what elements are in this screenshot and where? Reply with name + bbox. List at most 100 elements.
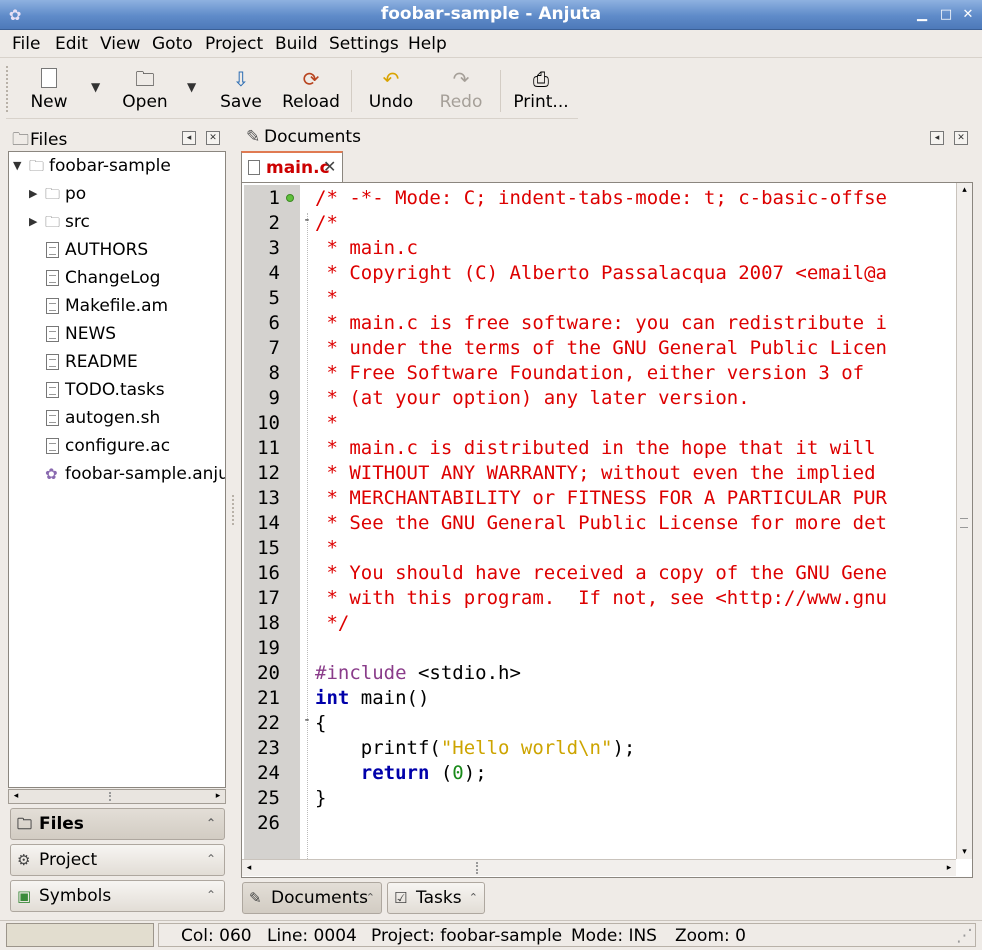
- code-line[interactable]: 24 return (0);: [242, 761, 956, 786]
- code-line[interactable]: 5 *: [242, 286, 956, 311]
- menu-build[interactable]: Build: [275, 34, 318, 54]
- minimize-icon[interactable]: ▁: [912, 5, 932, 25]
- code-token: /*: [315, 212, 338, 234]
- code-line[interactable]: 19: [242, 636, 956, 661]
- code-line[interactable]: 15 *: [242, 536, 956, 561]
- scroll-thumb[interactable]: [960, 518, 968, 528]
- chevron-up-icon: ⌃: [205, 816, 216, 830]
- expander-closed-icon[interactable]: ▶: [29, 215, 41, 228]
- menu-edit[interactable]: Edit: [55, 34, 88, 54]
- reload-button[interactable]: ⟳ Reload: [278, 66, 344, 116]
- code-line[interactable]: 26: [242, 811, 956, 836]
- code-token: );: [463, 762, 487, 784]
- code-line[interactable]: 18 */: [242, 611, 956, 636]
- scroll-left-icon[interactable]: ◂: [242, 861, 256, 875]
- code-line[interactable]: 12 * WITHOUT ANY WARRANTY; without even …: [242, 461, 956, 486]
- redo-button[interactable]: ↷ Redo: [434, 66, 488, 116]
- menu-goto[interactable]: Goto: [152, 34, 193, 54]
- code-line[interactable]: 3 * main.c: [242, 236, 956, 261]
- undo-button[interactable]: ↶ Undo: [364, 66, 418, 116]
- menu-view[interactable]: View: [100, 34, 140, 54]
- files-panel-dock-button[interactable]: ◂: [182, 131, 196, 145]
- code-line[interactable]: 2 -/*: [242, 211, 956, 236]
- documents-panel-header: ✎ Documents: [246, 127, 361, 147]
- menu-project[interactable]: Project: [205, 34, 263, 54]
- symbols-expander-button[interactable]: ▣ Symbols ⌃: [10, 880, 225, 912]
- code-line[interactable]: 23 printf("Hello world\n");: [242, 736, 956, 761]
- code-text: */: [315, 612, 349, 634]
- scroll-right-icon[interactable]: ▸: [942, 861, 956, 875]
- maximize-icon[interactable]: □: [936, 5, 956, 25]
- code-text: *: [315, 412, 337, 434]
- expander-open-icon[interactable]: ▼: [13, 159, 25, 172]
- close-icon[interactable]: ✕: [958, 5, 978, 25]
- scroll-up-icon[interactable]: ▴: [957, 183, 972, 197]
- scroll-down-icon[interactable]: ▾: [957, 845, 972, 859]
- code-line[interactable]: 9 * (at your option) any later version.: [242, 386, 956, 411]
- close-tab-icon[interactable]: ✕: [323, 157, 336, 176]
- menu-bar: File Edit View Goto Project Build Settin…: [0, 30, 982, 58]
- open-button[interactable]: 🗀 Open: [118, 66, 172, 116]
- code-text: }: [315, 787, 326, 809]
- code-line[interactable]: 4 * Copyright (C) Alberto Passalacqua 20…: [242, 261, 956, 286]
- print-button[interactable]: ⎙ Print...: [511, 66, 571, 116]
- code-token: * See the GNU General Public License for…: [315, 512, 887, 534]
- code-line[interactable]: 16 * You should have received a copy of …: [242, 561, 956, 586]
- new-button[interactable]: New: [26, 66, 72, 116]
- resize-grip-icon[interactable]: ⋰: [956, 926, 973, 946]
- code-area[interactable]: 1 /* -*- Mode: C; indent-tabs-mode: t; c-…: [242, 183, 956, 859]
- code-line[interactable]: 1 /* -*- Mode: C; indent-tabs-mode: t; c-…: [242, 186, 956, 211]
- scroll-thumb[interactable]: [109, 792, 129, 801]
- code-line[interactable]: 17 * with this program. If not, see <htt…: [242, 586, 956, 611]
- line-number: 11: [257, 437, 280, 459]
- code-editor[interactable]: 1 /* -*- Mode: C; indent-tabs-mode: t; c-…: [241, 182, 973, 878]
- toolbar-grip[interactable]: [6, 66, 10, 112]
- documents-switch-button[interactable]: ✎ Documents ⌃: [242, 882, 382, 914]
- code-token: /* -*- Mode: C; indent-tabs-mode: t; c-b…: [315, 187, 887, 209]
- folder-icon: 🗀: [45, 185, 61, 203]
- title-bar: ✿ foobar-sample - Anjuta ▁ □ ✕: [0, 0, 982, 30]
- menu-help[interactable]: Help: [408, 34, 447, 54]
- expander-closed-icon[interactable]: ▶: [29, 187, 41, 200]
- scroll-right-icon[interactable]: ▸: [211, 790, 225, 803]
- line-number: 1: [268, 187, 280, 209]
- fold-toggle-icon[interactable]: -: [301, 712, 313, 728]
- documents-panel-dock-button[interactable]: ◂: [930, 131, 944, 145]
- menu-settings[interactable]: Settings: [329, 34, 399, 54]
- code-text: * WITHOUT ANY WARRANTY; without even the…: [315, 462, 875, 484]
- editor-vscrollbar[interactable]: ▴ ▾: [956, 183, 972, 859]
- open-dropdown-icon[interactable]: ▼: [187, 80, 196, 94]
- code-line[interactable]: 25}: [242, 786, 956, 811]
- tasks-switch-button[interactable]: ☑ Tasks ⌃: [387, 882, 485, 914]
- fold-toggle-icon[interactable]: -: [301, 212, 313, 228]
- code-line[interactable]: 7 * under the terms of the GNU General P…: [242, 336, 956, 361]
- text-file-icon: [46, 354, 59, 370]
- code-line[interactable]: 22 -{: [242, 711, 956, 736]
- code-line[interactable]: 20 #include <stdio.h>: [242, 661, 956, 686]
- documents-panel-close-button[interactable]: ✕: [954, 131, 968, 145]
- editor-hscrollbar[interactable]: ◂ ▸: [242, 859, 956, 876]
- code-line[interactable]: 21 int main(): [242, 686, 956, 711]
- pane-splitter[interactable]: [232, 495, 235, 525]
- code-line[interactable]: 13 * MERCHANTABILITY or FITNESS FOR A PA…: [242, 486, 956, 511]
- line-number: 21: [257, 687, 280, 709]
- project-expander-button[interactable]: ⚙ Project ⌃: [10, 844, 225, 876]
- tab-main-c[interactable]: main.c ✕: [241, 151, 343, 183]
- code-line[interactable]: 10 *: [242, 411, 956, 436]
- code-line[interactable]: 8 * Free Software Foundation, either ver…: [242, 361, 956, 386]
- line-number: 23: [257, 737, 280, 759]
- code-line[interactable]: 14 * See the GNU General Public License …: [242, 511, 956, 536]
- save-button[interactable]: ⇩ Save: [216, 66, 266, 116]
- scroll-thumb[interactable]: [476, 862, 506, 874]
- menu-file[interactable]: File: [12, 34, 40, 54]
- file-tree-hscrollbar[interactable]: ◂ ▸: [8, 789, 226, 804]
- files-expander-button[interactable]: 🗀 Files ⌃: [10, 808, 225, 840]
- file-tree[interactable]: ▼ 🗀 foobar-sample ▶ 🗀 po ▶ 🗀 src AUTHORS…: [8, 151, 226, 788]
- scroll-left-icon[interactable]: ◂: [9, 790, 23, 803]
- code-line[interactable]: 6 * main.c is free software: you can red…: [242, 311, 956, 336]
- code-line[interactable]: 11 * main.c is distributed in the hope t…: [242, 436, 956, 461]
- line-number: 19: [257, 637, 280, 659]
- new-dropdown-icon[interactable]: ▼: [91, 80, 100, 94]
- line-number: 16: [257, 562, 280, 584]
- files-panel-close-button[interactable]: ✕: [206, 131, 220, 145]
